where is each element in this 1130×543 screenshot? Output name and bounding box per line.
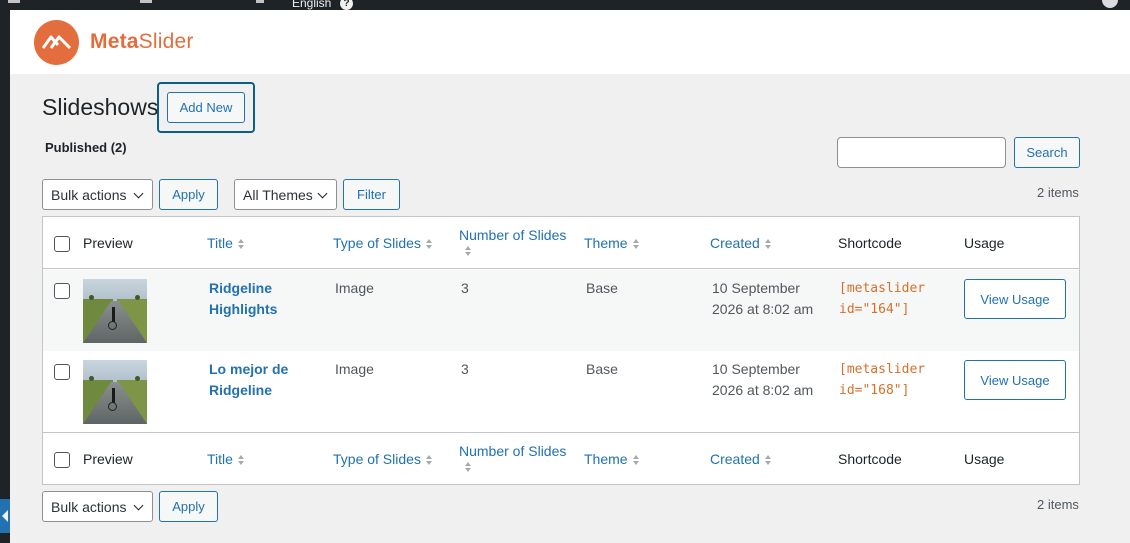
avatar[interactable] [1102,0,1118,8]
slide-count: 3 [461,361,469,377]
sort-icon [237,454,245,466]
bulk-actions-label: Bulk actions [51,186,127,203]
slideshow-title[interactable]: Lo mejor de Ridgeline [209,359,309,401]
published-filter[interactable]: Published (2) [45,140,127,155]
bulk-actions-select[interactable]: Bulk actions [42,179,153,210]
help-icon[interactable]: ? [340,0,353,10]
sort-icon [632,238,640,250]
items-count-bottom: 2 items [1037,497,1079,512]
select-all-checkbox[interactable] [54,236,70,252]
sort-icon [764,238,772,250]
slideshow-title[interactable]: Ridgeline Highlights [209,278,309,320]
column-usage: Usage [964,451,1005,467]
column-theme[interactable]: Theme [584,451,640,467]
collapse-menu-icon[interactable] [0,499,10,533]
sort-icon [425,238,433,250]
slide-type: Image [335,361,374,377]
language-switcher[interactable]: English [292,0,331,10]
admin-bar: English ? [0,0,1130,10]
view-usage-button[interactable]: View Usage [964,360,1066,400]
themes-label: All Themes [243,186,313,203]
filter-button[interactable]: Filter [343,179,400,210]
column-title[interactable]: Title [207,451,245,467]
sort-icon [632,454,640,466]
column-usage: Usage [964,235,1005,251]
sort-icon [764,454,772,466]
column-theme[interactable]: Theme [584,235,640,251]
view-usage-button[interactable]: View Usage [964,279,1066,319]
column-type[interactable]: Type of Slides [333,235,433,251]
column-number[interactable]: Number of Slides [459,443,566,473]
created-date: 10 September 2026 at 8:02 am [712,280,814,317]
row-checkbox[interactable] [54,283,70,299]
sort-icon [465,462,472,473]
plugin-header: MetaSlider [10,10,1130,74]
row-checkbox[interactable] [54,364,70,380]
search-button[interactable]: Search [1014,137,1080,168]
slide-count: 3 [461,280,469,296]
column-created[interactable]: Created [710,235,772,251]
admin-bar-item[interactable] [140,0,152,3]
bulk-actions-label: Bulk actions [51,498,127,515]
shortcode[interactable]: [metaslider id="164"] [839,278,949,320]
column-type[interactable]: Type of Slides [333,451,433,467]
slide-type: Image [335,280,374,296]
themes-select[interactable]: All Themes [234,179,337,210]
sort-icon [425,454,433,466]
sort-icon [465,246,472,257]
admin-bar-item[interactable] [8,0,20,3]
select-all-checkbox[interactable] [54,452,70,468]
shortcode[interactable]: [metaslider id="168"] [839,359,949,401]
brand-name: MetaSlider [90,30,194,53]
slide-theme: Base [586,280,618,296]
slideshow-thumbnail [83,279,147,343]
items-count: 2 items [1037,185,1079,200]
metaslider-logo-icon [34,20,79,65]
sort-icon [237,238,245,250]
table-footer: Preview Title Type of Slides Number of S… [43,432,1079,484]
column-created[interactable]: Created [710,451,772,467]
column-preview: Preview [83,451,133,467]
page-title: Slideshows [42,94,159,120]
apply-button[interactable]: Apply [159,179,218,210]
column-title[interactable]: Title [207,235,245,251]
column-preview: Preview [83,235,133,251]
apply-button-bottom[interactable]: Apply [159,491,218,522]
admin-bar-item[interactable] [256,0,264,3]
column-number[interactable]: Number of Slides [459,227,566,257]
slideshow-thumbnail [83,360,147,424]
add-new-button[interactable]: Add New [167,92,245,123]
table-row: Ridgeline Highlights Image 3 Base 10 Sept… [43,270,1079,351]
column-shortcode: Shortcode [838,451,902,467]
admin-sidebar [0,10,10,543]
chevron-down-icon [133,500,144,511]
column-shortcode: Shortcode [838,235,902,251]
created-date: 10 September 2026 at 8:02 am [712,361,814,398]
table-header: Preview Title Type of Slides Number of S… [43,217,1079,269]
search-input[interactable] [837,137,1006,168]
bulk-actions-select-bottom[interactable]: Bulk actions [42,491,153,522]
chevron-down-icon [317,188,328,199]
slideshows-table: Preview Title Type of Slides Number of S… [42,216,1080,485]
chevron-down-icon [133,188,144,199]
table-row: Lo mejor de Ridgeline Image 3 Base 10 Sep… [43,351,1079,432]
slide-theme: Base [586,361,618,377]
